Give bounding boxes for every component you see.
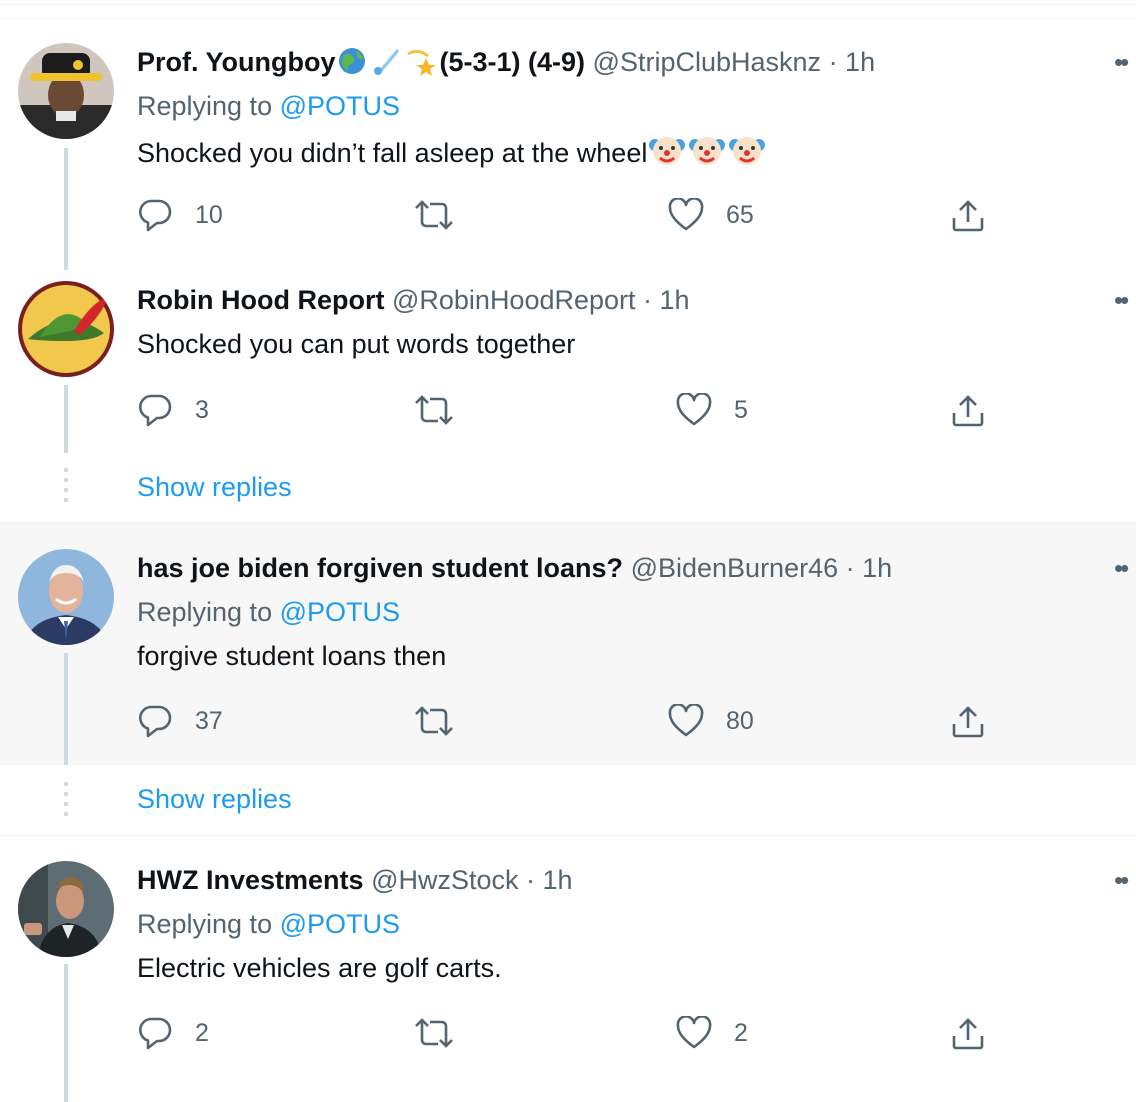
share-icon: [950, 704, 986, 740]
share-icon: [950, 198, 986, 234]
share-button[interactable]: [950, 1016, 986, 1052]
heart-icon: [668, 704, 704, 738]
dizzy-icon: [404, 46, 440, 84]
thread-line: [64, 385, 68, 453]
reply-icon: [137, 393, 173, 427]
tweet-3[interactable]: has joe biden forgiven student loans? @B…: [0, 523, 1136, 765]
replying-handle[interactable]: @POTUS: [280, 909, 400, 939]
like-count: 5: [734, 395, 748, 424]
display-name[interactable]: Robin Hood Report: [137, 285, 384, 315]
replying-label: Replying to: [137, 91, 273, 121]
timestamp[interactable]: · 1h: [846, 553, 893, 583]
handle[interactable]: @BidenBurner46: [631, 553, 839, 583]
reply-icon: [137, 1016, 173, 1050]
reply-icon: [137, 198, 173, 232]
tweet-text: forgive student loans then: [137, 641, 447, 671]
share-button[interactable]: [950, 393, 986, 429]
reply-count: 37: [195, 706, 223, 735]
retweet-button[interactable]: [414, 198, 476, 232]
tweet-text-content: Shocked you didn’t fall asleep at the wh…: [137, 138, 648, 168]
retweet-icon: [414, 198, 454, 232]
display-name[interactable]: HWZ Investments: [137, 865, 364, 895]
timestamp[interactable]: · 1h: [526, 865, 573, 895]
reply-count: 2: [195, 1018, 209, 1047]
replying-handle[interactable]: @POTUS: [280, 597, 400, 627]
comet-icon: [370, 46, 404, 84]
thread-dots: [64, 782, 68, 816]
thread-line: [64, 964, 68, 1102]
retweet-icon: [414, 393, 454, 427]
avatar[interactable]: [18, 861, 114, 957]
timestamp[interactable]: · 1h: [643, 285, 690, 315]
timestamp[interactable]: · 1h: [829, 47, 876, 77]
show-replies-link[interactable]: Show replies: [137, 470, 292, 504]
like-count: 80: [726, 706, 754, 735]
more-icon[interactable]: ••: [1114, 287, 1129, 313]
replying-handle[interactable]: @POTUS: [280, 91, 400, 121]
retweet-icon: [414, 1016, 454, 1050]
retweet-icon: [414, 704, 454, 738]
reply-icon: [137, 704, 173, 738]
tweet-header: Prof. Youngboy (5-3-1) (4-9) @StripClubHa…: [137, 45, 875, 84]
replying-to: Replying to @POTUS: [137, 907, 400, 941]
avatar[interactable]: [18, 43, 114, 139]
thread-dots: [64, 468, 68, 502]
replying-to: Replying to @POTUS: [137, 89, 400, 123]
retweet-button[interactable]: [414, 1016, 476, 1050]
display-name[interactable]: has joe biden forgiven student loans?: [137, 553, 623, 583]
tweet-header: Robin Hood Report @RobinHoodReport · 1h: [137, 283, 690, 317]
avatar[interactable]: [18, 549, 114, 645]
avatar[interactable]: [18, 281, 114, 377]
reply-count: 3: [195, 395, 209, 424]
heart-icon: [676, 393, 712, 427]
clown-face-icon: [647, 133, 687, 175]
share-button[interactable]: [950, 704, 986, 740]
thread-line: [64, 148, 68, 270]
show-replies-link[interactable]: Show replies: [137, 782, 292, 816]
like-count: 2: [734, 1018, 748, 1047]
heart-icon: [668, 198, 704, 232]
thread-line: [64, 653, 68, 765]
reply-button[interactable]: 37: [137, 704, 223, 738]
reply-button[interactable]: 10: [137, 198, 223, 232]
tweet-4[interactable]: HWZ Investments @HwzStock · 1h •• Replyi…: [0, 836, 1136, 1102]
more-icon[interactable]: ••: [1114, 49, 1129, 75]
like-count: 65: [726, 200, 754, 229]
share-icon: [950, 1016, 986, 1052]
tweet-header: has joe biden forgiven student loans? @B…: [137, 551, 892, 585]
like-button[interactable]: 65: [668, 198, 754, 232]
more-icon[interactable]: ••: [1114, 555, 1129, 581]
tweet-header: HWZ Investments @HwzStock · 1h: [137, 863, 573, 897]
replying-label: Replying to: [137, 909, 273, 939]
tweet-text: Shocked you didn’t fall asleep at the wh…: [137, 133, 767, 175]
reply-count: 10: [195, 200, 223, 229]
like-button[interactable]: 80: [668, 704, 754, 738]
name-suffix[interactable]: (5-3-1) (4-9): [440, 47, 586, 77]
tweet-text: Shocked you can put words together: [137, 329, 576, 359]
display-name[interactable]: Prof. Youngboy: [137, 47, 336, 77]
replying-to: Replying to @POTUS: [137, 595, 400, 629]
handle[interactable]: @HwzStock: [371, 865, 518, 895]
tweet-1[interactable]: Prof. Youngboy (5-3-1) (4-9) @StripClubHa…: [0, 0, 1136, 270]
retweet-button[interactable]: [414, 704, 476, 738]
like-button[interactable]: 5: [676, 393, 748, 427]
like-button[interactable]: 2: [676, 1016, 748, 1050]
handle[interactable]: @RobinHoodReport: [392, 285, 636, 315]
share-icon: [950, 393, 986, 429]
clown-face-icon: [687, 133, 727, 175]
replying-label: Replying to: [137, 597, 273, 627]
tweet-2[interactable]: Robin Hood Report @RobinHoodReport · 1h …: [0, 270, 1136, 523]
handle[interactable]: @StripClubHasknz: [593, 47, 822, 77]
clown-face-icon: [727, 133, 767, 175]
tweet-text: Electric vehicles are golf carts.: [137, 953, 502, 983]
retweet-button[interactable]: [414, 393, 476, 427]
more-icon[interactable]: ••: [1114, 867, 1129, 893]
reply-button[interactable]: 2: [137, 1016, 209, 1050]
reply-button[interactable]: 3: [137, 393, 209, 427]
share-button[interactable]: [950, 198, 986, 234]
globe-icon: [336, 46, 370, 84]
heart-icon: [676, 1016, 712, 1050]
